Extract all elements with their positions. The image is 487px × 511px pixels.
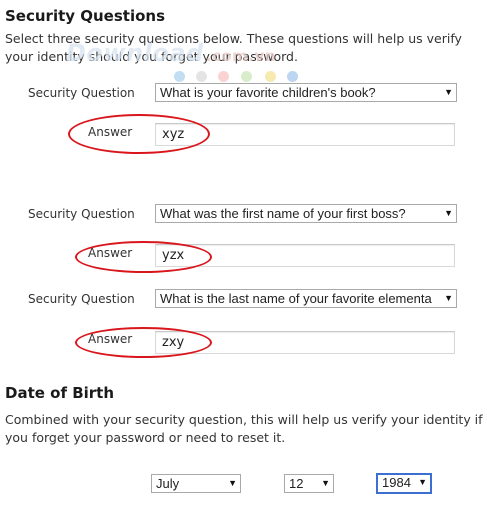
security-question-value-3: What is the last name of your favorite e… <box>160 291 432 306</box>
chevron-down-icon: ▼ <box>415 475 427 490</box>
chevron-down-icon: ▼ <box>225 475 237 492</box>
security-question-value-1: What is your favorite children's book? <box>160 85 376 100</box>
watermark-dot <box>196 71 207 82</box>
birth-month-select[interactable]: July ▼ <box>151 474 241 493</box>
security-questions-title: Security Questions <box>5 7 166 25</box>
security-question-label-3: Security Question <box>28 292 135 306</box>
chevron-down-icon: ▼ <box>441 205 453 222</box>
birth-year-select[interactable]: 1984 ▼ <box>376 473 432 494</box>
chevron-down-icon: ▼ <box>318 475 330 492</box>
chevron-down-icon: ▼ <box>441 84 453 101</box>
security-question-select-1[interactable]: What is your favorite children's book? ▼ <box>155 83 457 102</box>
highlight-ellipse-1 <box>68 114 210 154</box>
watermark-dot <box>218 71 229 82</box>
birth-year-value: 1984 <box>382 475 411 490</box>
security-question-select-3[interactable]: What is the last name of your favorite e… <box>155 289 457 308</box>
highlight-ellipse-3 <box>75 327 212 358</box>
watermark-dot <box>241 71 252 82</box>
security-question-value-2: What was the first name of your first bo… <box>160 206 406 221</box>
birth-day-value: 12 <box>289 476 304 491</box>
security-question-label-1: Security Question <box>28 86 135 100</box>
security-question-select-2[interactable]: What was the first name of your first bo… <box>155 204 457 223</box>
chevron-down-icon: ▼ <box>441 290 453 307</box>
watermark-dot <box>287 71 298 82</box>
date-of-birth-description: Combined with your security question, th… <box>5 412 483 445</box>
birth-month-value: July <box>156 476 180 491</box>
highlight-ellipse-2 <box>75 241 212 273</box>
watermark-logo: Download .com.vn <box>66 39 276 67</box>
watermark-dot <box>174 71 185 82</box>
birth-day-select[interactable]: 12 ▼ <box>284 474 334 493</box>
security-question-label-2: Security Question <box>28 207 135 221</box>
watermark-dot <box>265 71 276 82</box>
date-of-birth-title: Date of Birth <box>5 384 115 402</box>
